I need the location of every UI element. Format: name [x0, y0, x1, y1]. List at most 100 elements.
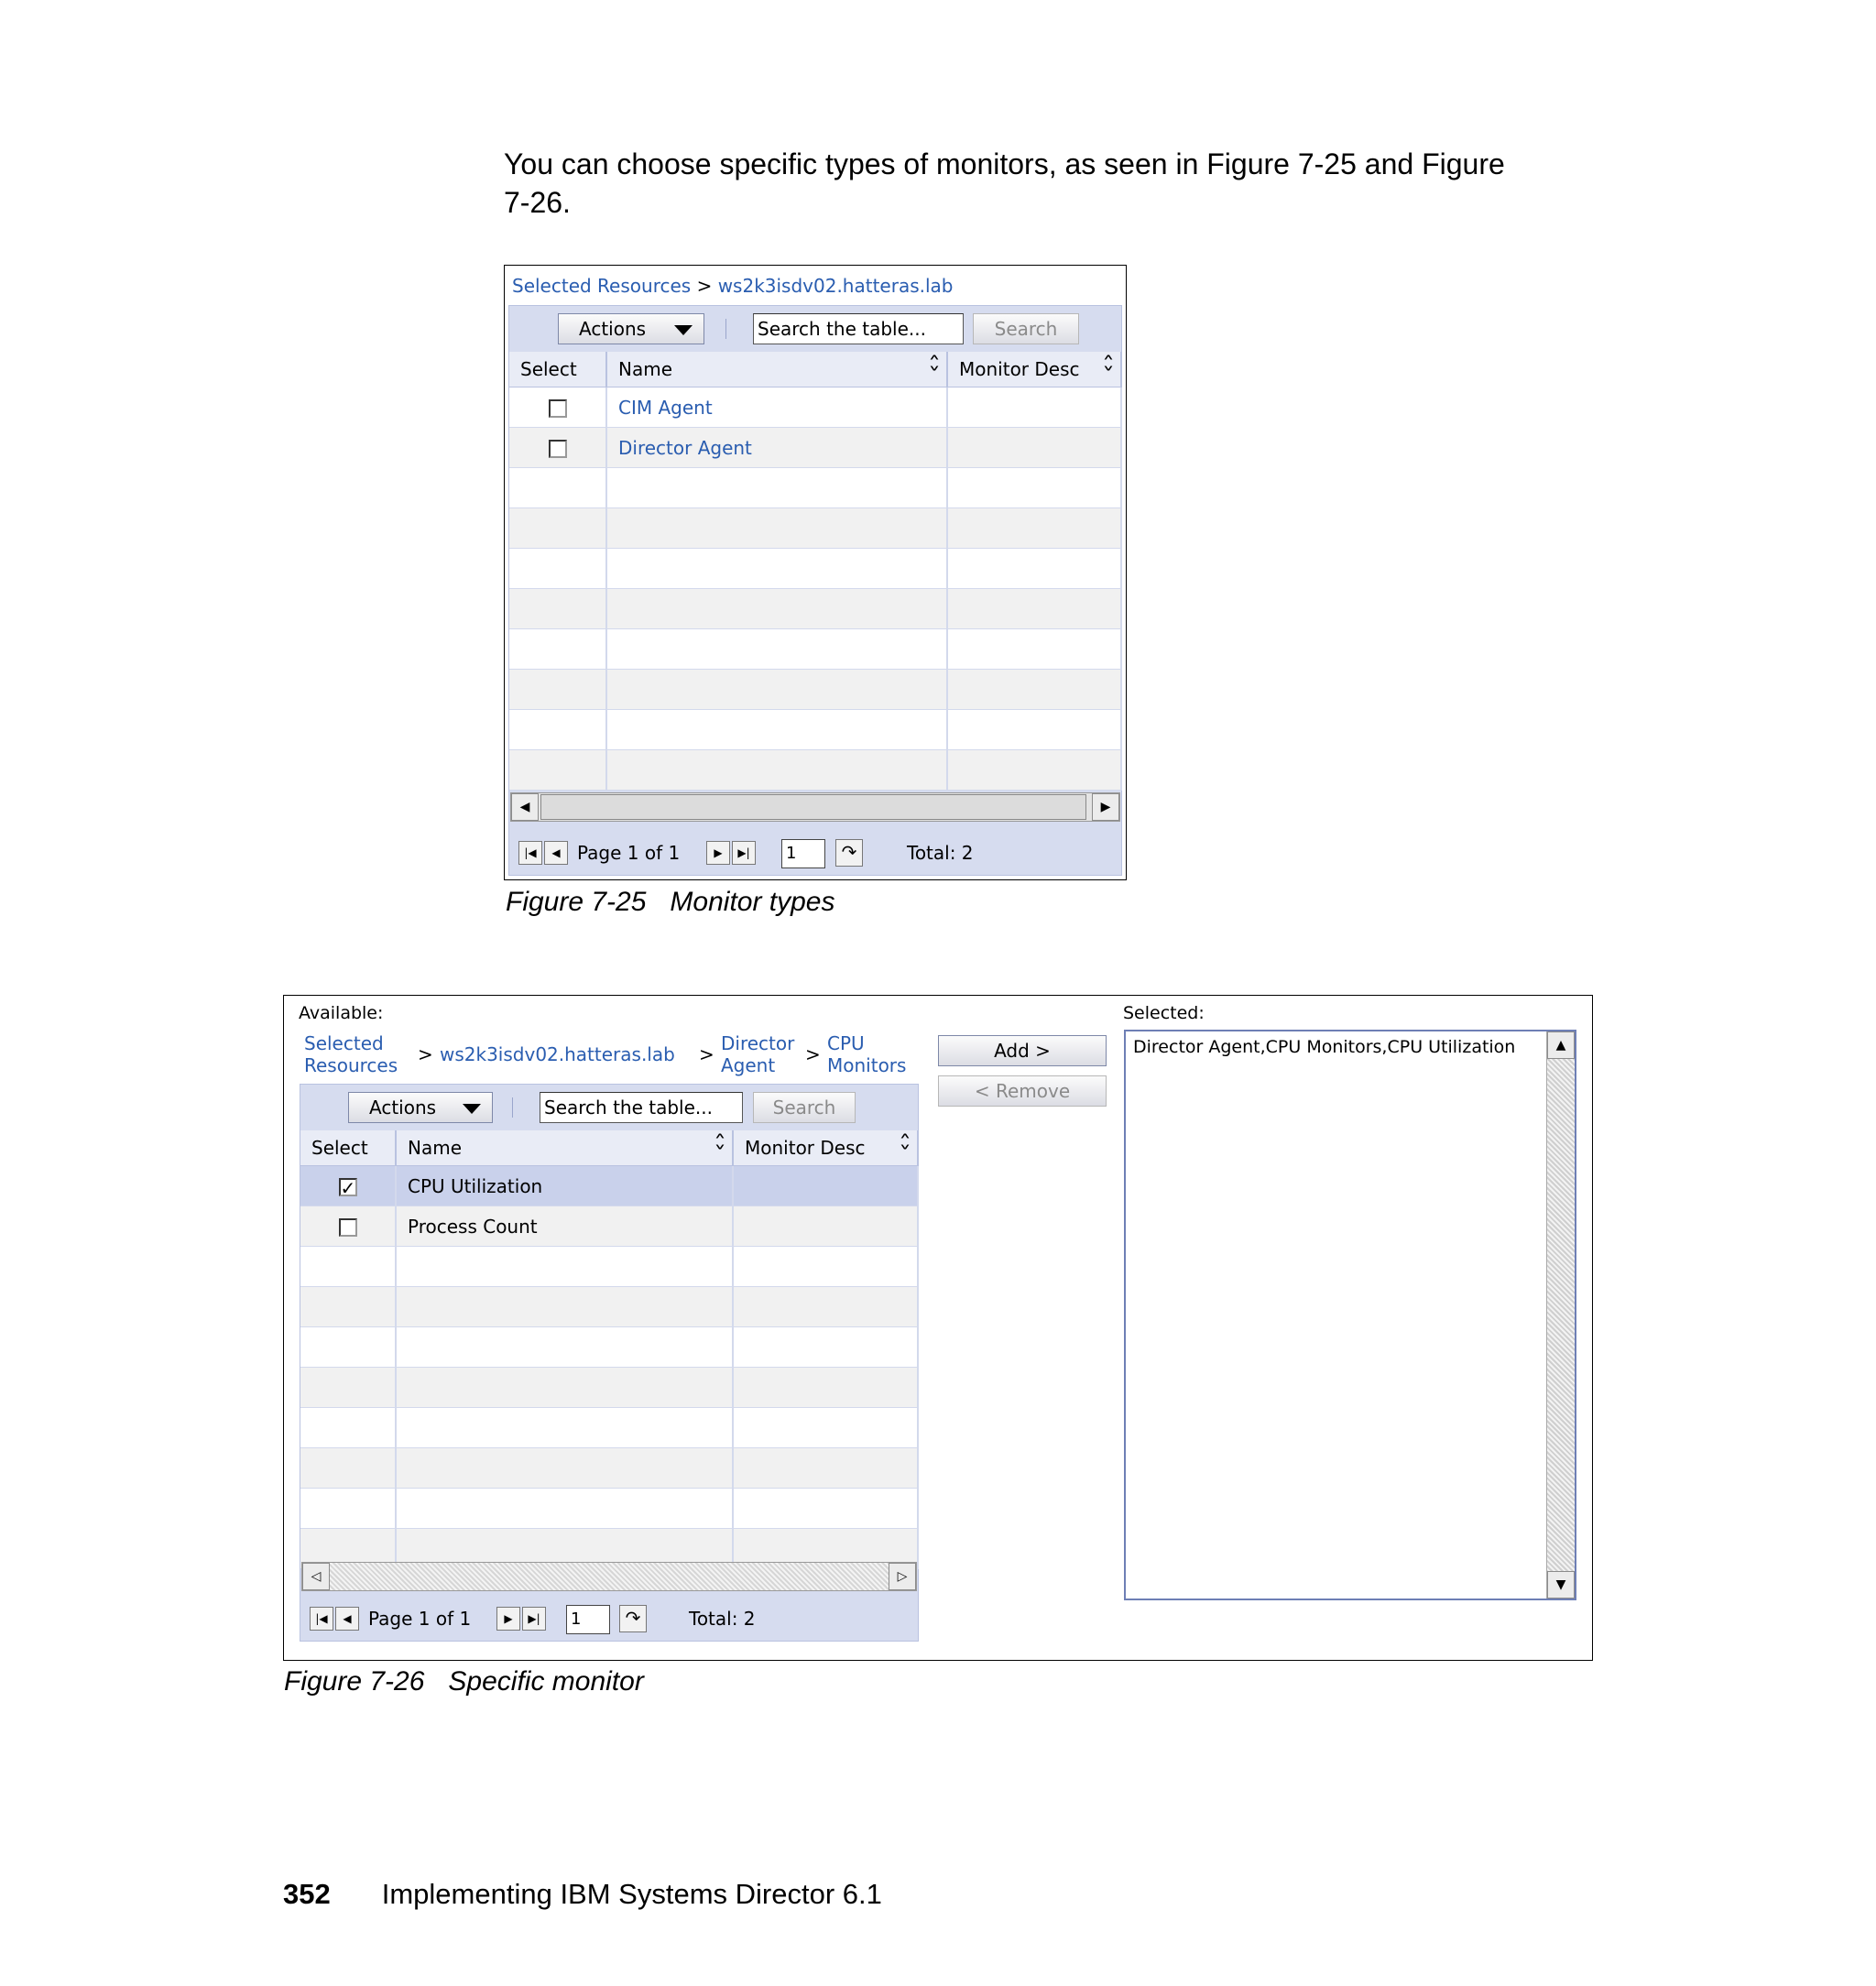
breadcrumb-selected-resources[interactable]: Selected Resources: [304, 1032, 398, 1076]
scroll-left-icon[interactable]: ◀: [511, 793, 539, 821]
sort-icon[interactable]: ˄ ˅: [1102, 355, 1115, 384]
caption-number: Figure 7-26: [284, 1666, 425, 1697]
empty-row: [509, 507, 1122, 549]
checkbox-icon[interactable]: [338, 1218, 357, 1237]
last-page-icon[interactable]: ▶|: [732, 841, 756, 865]
page-indicator: Page 1 of 1: [368, 1608, 472, 1630]
scroll-left-icon[interactable]: ◁: [302, 1563, 330, 1590]
row-name[interactable]: CPU Utilization: [396, 1165, 734, 1206]
search-input[interactable]: Search the table...: [753, 313, 964, 344]
prev-page-icon[interactable]: ◀: [335, 1607, 359, 1631]
toolbar-divider: [512, 1097, 513, 1118]
page-number: 352: [283, 1878, 331, 1910]
row-name-link[interactable]: CIM Agent: [606, 387, 948, 428]
select-cell: [509, 427, 607, 468]
empty-row: [300, 1286, 919, 1327]
scroll-up-icon[interactable]: ▲: [1547, 1031, 1575, 1059]
figure-caption: Figure 7-26 Specific monitor: [284, 1666, 644, 1697]
breadcrumb-separator: >: [696, 275, 713, 297]
sort-icon[interactable]: ˄ ˅: [714, 1133, 726, 1162]
horizontal-scrollbar[interactable]: ◁ ▷: [301, 1562, 917, 1591]
column-header-name[interactable]: Name ˄ ˅: [606, 352, 948, 387]
next-page-icon[interactable]: ▶: [706, 841, 730, 865]
empty-row: [509, 709, 1122, 750]
go-icon[interactable]: ↷: [619, 1605, 647, 1632]
caption-title: Monitor types: [670, 887, 835, 917]
total-count: Total: 2: [689, 1608, 756, 1630]
scroll-thumb[interactable]: [540, 794, 1086, 820]
breadcrumb-cpu-monitors[interactable]: CPU Monitors: [827, 1032, 906, 1076]
column-header-monitor-desc[interactable]: Monitor Desc ˄ ˅: [947, 352, 1122, 387]
dropdown-arrow-icon: [674, 325, 693, 335]
actions-label: Actions: [579, 318, 647, 340]
row-monitor-desc: [733, 1165, 919, 1206]
table-panel: Actions Search the table... Search Selec…: [508, 305, 1122, 876]
selected-label: Selected:: [1123, 1003, 1205, 1023]
scroll-right-icon[interactable]: ▶: [1092, 793, 1119, 821]
empty-row: [300, 1488, 919, 1529]
page-footer: 352 Implementing IBM Systems Director 6.1: [283, 1878, 882, 1911]
row-monitor-desc: [947, 427, 1122, 468]
breadcrumb-host[interactable]: ws2k3isdv02.hatteras.lab: [718, 275, 954, 297]
first-page-icon[interactable]: |◀: [310, 1607, 333, 1631]
checkbox-icon[interactable]: [548, 399, 567, 418]
prev-page-icon[interactable]: ◀: [544, 841, 568, 865]
add-button[interactable]: Add >: [938, 1035, 1107, 1066]
breadcrumb-selected-resources[interactable]: Selected Resources: [512, 275, 691, 297]
empty-row: [509, 588, 1122, 629]
table-panel: Actions Search the table... Search Selec…: [300, 1084, 919, 1642]
remove-button[interactable]: < Remove: [938, 1075, 1107, 1107]
page-number-input[interactable]: 1: [566, 1605, 610, 1634]
vertical-scrollbar[interactable]: ▲ ▼: [1546, 1031, 1575, 1599]
row-name-link[interactable]: Director Agent: [606, 427, 948, 468]
search-input[interactable]: Search the table...: [540, 1092, 743, 1123]
page-number-input[interactable]: 1: [781, 839, 825, 868]
empty-row: [300, 1326, 919, 1368]
empty-row: [300, 1367, 919, 1408]
breadcrumb-separator: >: [805, 1043, 821, 1065]
actions-dropdown[interactable]: Actions: [348, 1092, 493, 1123]
scroll-down-icon[interactable]: ▼: [1547, 1571, 1575, 1599]
horizontal-scrollbar[interactable]: ◀ ▶: [510, 792, 1120, 822]
table-row: CIM Agent: [509, 387, 1122, 428]
first-page-icon[interactable]: |◀: [518, 841, 542, 865]
column-header-monitor-desc[interactable]: Monitor Desc ˄ ˅: [733, 1130, 919, 1166]
column-header-select: Select: [300, 1130, 397, 1166]
breadcrumb-director-agent[interactable]: Director Agent: [721, 1032, 794, 1076]
sort-icon[interactable]: ˄ ˅: [899, 1133, 911, 1162]
empty-row: [509, 628, 1122, 670]
select-cell: ✓: [300, 1165, 397, 1206]
breadcrumb-separator: >: [699, 1043, 714, 1065]
empty-row: [300, 1447, 919, 1489]
search-button[interactable]: Search: [973, 313, 1079, 344]
caption-number: Figure 7-25: [506, 887, 647, 917]
last-page-icon[interactable]: ▶|: [522, 1607, 546, 1631]
table-row: Director Agent: [509, 427, 1122, 468]
scroll-right-icon[interactable]: ▷: [889, 1563, 916, 1590]
empty-row: [509, 669, 1122, 710]
total-count: Total: 2: [907, 842, 974, 864]
table-row: Process Count: [300, 1206, 919, 1247]
pagination-bar: |◀ ◀ Page 1 of 1 ▶ ▶| 1 ↷ Total: 2: [300, 1603, 918, 1636]
selected-item[interactable]: Director Agent,CPU Monitors,CPU Utilizat…: [1133, 1037, 1536, 1057]
actions-dropdown[interactable]: Actions: [558, 313, 704, 344]
selected-listbox[interactable]: Director Agent,CPU Monitors,CPU Utilizat…: [1124, 1030, 1576, 1600]
go-icon[interactable]: ↷: [835, 839, 863, 867]
sort-icon[interactable]: ˄ ˅: [928, 355, 941, 384]
checkbox-icon[interactable]: ✓: [338, 1178, 357, 1197]
empty-row: [300, 1246, 919, 1287]
breadcrumb-host[interactable]: ws2k3isdv02.hatteras.lab: [440, 1043, 675, 1065]
column-header-name[interactable]: Name ˄ ˅: [396, 1130, 734, 1166]
checkbox-icon[interactable]: [548, 440, 567, 458]
empty-row: [300, 1407, 919, 1448]
caption-title: Specific monitor: [448, 1666, 644, 1697]
breadcrumb: Selected Resources > ws2k3isdv02.hattera…: [512, 275, 954, 297]
empty-row: [509, 548, 1122, 589]
search-button[interactable]: Search: [753, 1092, 856, 1123]
select-cell: [509, 387, 607, 428]
select-cell: [300, 1206, 397, 1247]
dropdown-arrow-icon: [463, 1104, 481, 1114]
row-name[interactable]: Process Count: [396, 1206, 734, 1247]
row-monitor-desc: [947, 387, 1122, 428]
next-page-icon[interactable]: ▶: [496, 1607, 520, 1631]
